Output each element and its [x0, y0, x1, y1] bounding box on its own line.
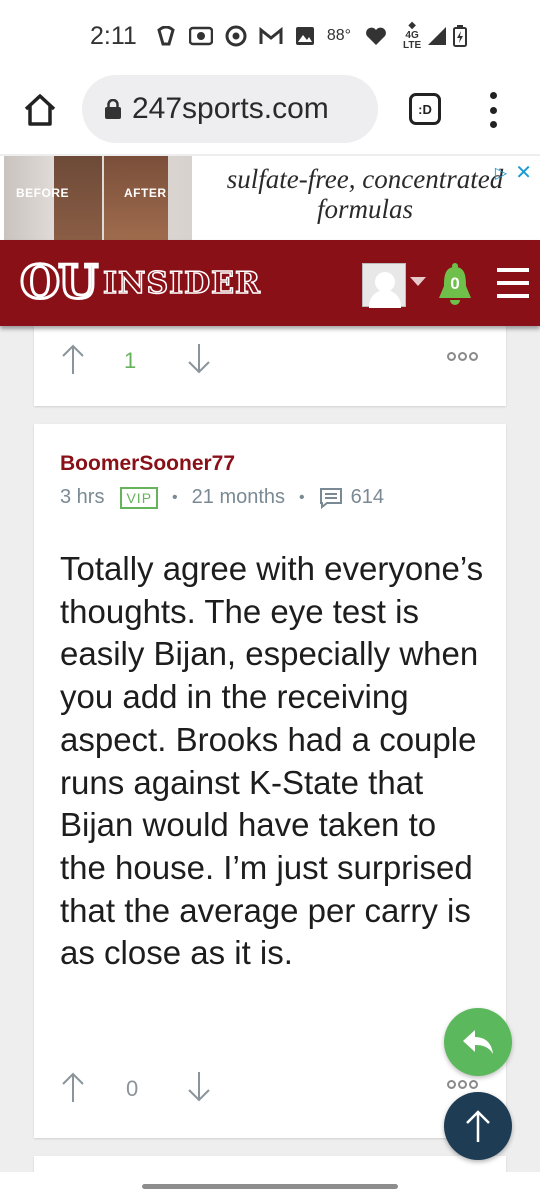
network-status: ◆ 4G LTE: [403, 20, 468, 51]
ad-image: BEFORE AFTER: [4, 156, 192, 242]
post-body: Totally agree with everyone’s thoughts. …: [60, 550, 484, 972]
status-temperature: 88°: [326, 27, 352, 44]
gesture-handle[interactable]: [142, 1184, 398, 1189]
vote-count: 1: [124, 348, 137, 373]
advertisement-banner[interactable]: BEFORE AFTER sulfate-free, concentrated …: [0, 156, 540, 242]
vote-row: 1: [34, 342, 506, 382]
browser-toolbar: 247sports.com :D: [0, 72, 540, 154]
browser-menu-button[interactable]: [484, 92, 502, 128]
post-time: 3 hrs: [60, 486, 105, 508]
adchoices-icon[interactable]: ▷: [495, 163, 507, 183]
vote-count: 0: [126, 1076, 139, 1101]
reply-button[interactable]: [444, 1008, 512, 1076]
more-icon: [489, 92, 497, 99]
url-text: 247sports.com: [132, 92, 329, 125]
user-avatar[interactable]: [362, 263, 406, 308]
avatar-body: [369, 290, 401, 308]
home-icon: [24, 94, 56, 126]
logo-insider: INSIDER: [102, 265, 261, 302]
notification-count: 0: [450, 274, 460, 293]
avatar-head: [375, 272, 395, 292]
member-duration: 21 months: [191, 486, 286, 508]
downvote-icon[interactable]: [184, 342, 214, 376]
status-time: 2:11: [90, 21, 137, 50]
vip-badge: VIP: [120, 486, 159, 509]
upvote-icon[interactable]: [58, 1070, 88, 1104]
meta-separator: •: [172, 488, 178, 506]
chrome-icon: [225, 25, 247, 47]
post-count: 614: [350, 486, 385, 508]
arrow-up-icon: [466, 1110, 490, 1142]
ad-before-label: BEFORE: [16, 186, 70, 200]
post-meta: 3 hrs VIP • 21 months • 614: [60, 486, 384, 509]
post-card: BoomerSooner77 3 hrs VIP • 21 months • 6…: [34, 424, 506, 1138]
ad-choices[interactable]: ▷ ✕: [495, 160, 532, 185]
app-notification-icon: [155, 26, 177, 46]
chevron-down-icon[interactable]: [410, 277, 426, 286]
notifications-button[interactable]: 0: [437, 262, 473, 306]
radio-icon: [188, 26, 213, 46]
logo-ou: OU: [18, 254, 99, 311]
vote-row: 0: [34, 1070, 506, 1110]
hamburger-menu-icon[interactable]: [497, 268, 529, 298]
scroll-to-top-button[interactable]: [444, 1092, 512, 1160]
close-ad-icon[interactable]: ✕: [515, 160, 532, 185]
post-author[interactable]: BoomerSooner77: [60, 452, 235, 476]
address-bar[interactable]: 247sports.com: [82, 75, 378, 143]
status-bar: 2:11 88° ◆ 4G LTE: [0, 0, 540, 72]
more-options-icon[interactable]: [447, 1080, 478, 1089]
posts-count-icon: [319, 487, 342, 509]
reply-icon: [463, 1030, 493, 1054]
heart-icon: [365, 26, 387, 46]
upvote-icon[interactable]: [58, 342, 88, 376]
ad-after-label: AFTER: [124, 186, 167, 200]
gmail-icon: [259, 27, 283, 45]
image-icon: [295, 26, 315, 46]
more-options-icon[interactable]: [447, 352, 478, 361]
signal-icon: [428, 27, 447, 45]
site-header: OU INSIDER 0: [0, 240, 540, 326]
tab-switcher-button[interactable]: :D: [409, 93, 441, 125]
lock-icon: [105, 99, 121, 119]
network-type-icon: ◆ 4G LTE: [403, 20, 422, 51]
home-button[interactable]: [22, 92, 58, 128]
battery-icon: [453, 25, 468, 47]
meta-separator: •: [299, 488, 305, 506]
ad-headline: sulfate-free, concentrated formulas: [226, 164, 504, 224]
system-nav-bar: [0, 1172, 540, 1200]
downvote-icon[interactable]: [184, 1070, 214, 1104]
